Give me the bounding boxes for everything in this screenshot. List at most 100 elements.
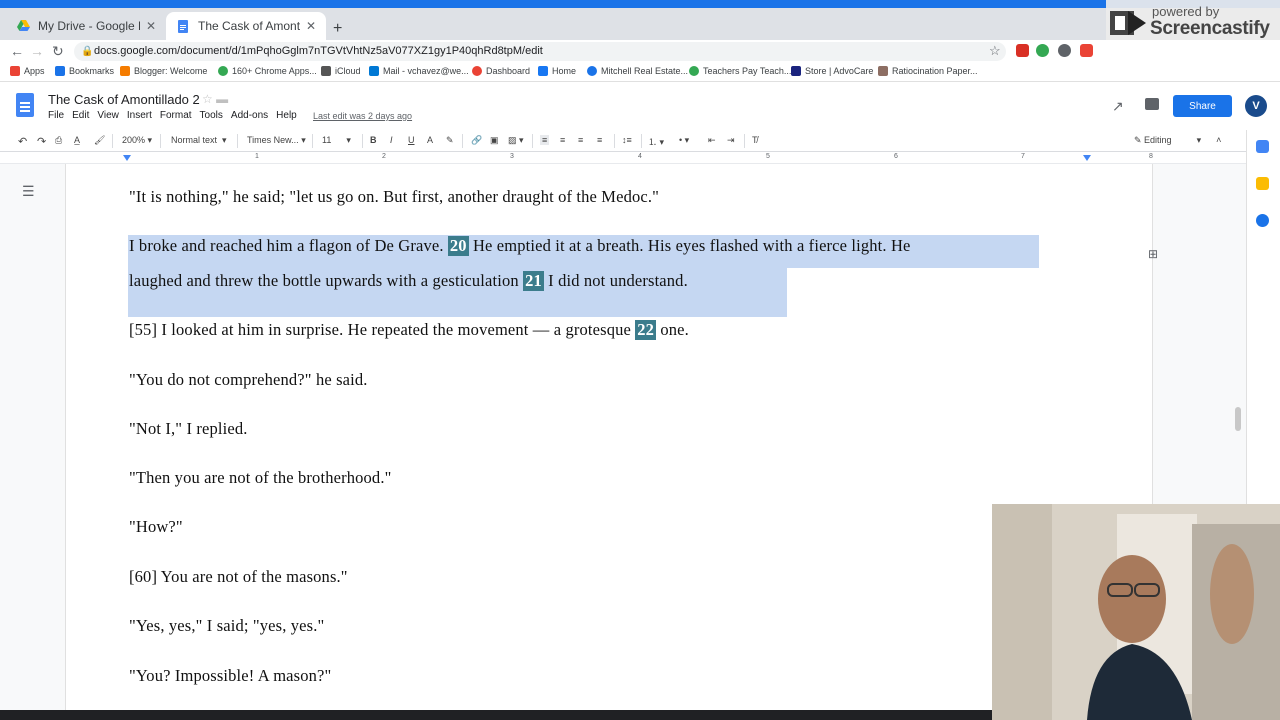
right-indent-marker[interactable]	[1083, 155, 1091, 161]
menu-format[interactable]: Format	[160, 110, 192, 121]
extension-icon[interactable]	[1016, 44, 1029, 57]
print-icon[interactable]: ⎙	[55, 135, 62, 146]
bookmark-label: Dashboard	[486, 66, 531, 76]
text-color-button[interactable]: A	[427, 135, 433, 145]
menu-view[interactable]: View	[97, 110, 119, 121]
divider	[744, 134, 745, 148]
google-docs-icon[interactable]	[16, 93, 34, 117]
style-select[interactable]: Normal text ▾	[171, 135, 227, 146]
left-indent-marker[interactable]	[123, 155, 131, 161]
bookmark-label: Blogger: Welcome	[134, 66, 208, 76]
insert-image-icon[interactable]: ▨ ▾	[508, 135, 524, 146]
font-size-select[interactable]: 11 ▾	[322, 135, 351, 146]
bookmark-blogger[interactable]: Blogger: Welcome	[120, 66, 207, 76]
bookmark-ratiocination[interactable]: Ratiocination Paper...	[878, 66, 978, 76]
bookmark-advocare[interactable]: Store | AdvoCare	[791, 66, 873, 76]
activity-trend-icon[interactable]: ↗	[1112, 98, 1124, 115]
forward-icon[interactable]: →	[30, 43, 44, 59]
add-comment-icon[interactable]: ▣	[490, 135, 499, 146]
menu-tools[interactable]: Tools	[200, 110, 223, 121]
italic-button[interactable]: I	[390, 135, 393, 145]
decrease-indent-icon[interactable]: ⇤	[708, 135, 716, 146]
bold-button[interactable]: B	[370, 135, 377, 145]
menu-bar: File Edit View Insert Format Tools Add-o…	[48, 110, 305, 121]
menu-file[interactable]: File	[48, 110, 64, 121]
document-outline-icon[interactable]: ☰	[22, 183, 35, 200]
close-icon[interactable]: ✕	[146, 19, 156, 33]
divider	[362, 134, 363, 148]
editing-mode-select[interactable]: ✎ Editing ▾ ˄	[1134, 135, 1221, 146]
align-center-icon[interactable]: ≡	[560, 135, 565, 145]
close-icon[interactable]: ✕	[306, 19, 316, 33]
scrollbar-thumb[interactable]	[1235, 407, 1241, 431]
menu-insert[interactable]: Insert	[127, 110, 152, 121]
increase-indent-icon[interactable]: ⇥	[727, 135, 735, 146]
tab-cask-of-amontillado[interactable]: The Cask of Amontillado 2 - Goo ✕	[166, 12, 326, 40]
underline-button[interactable]: U	[408, 135, 415, 145]
paragraph[interactable]: "It is nothing," he said; "let us go on.…	[129, 187, 659, 207]
bookmark-bookmarks[interactable]: Bookmarks	[55, 66, 114, 76]
clear-formatting-icon[interactable]: T̸	[752, 135, 758, 145]
new-tab-icon[interactable]: +	[333, 20, 342, 38]
bookmark-star-icon[interactable]: ☆	[989, 43, 1001, 59]
spellcheck-icon[interactable]: A̲	[74, 135, 80, 145]
menu-addons[interactable]: Add-ons	[231, 110, 268, 121]
tab-my-drive[interactable]: My Drive - Google Drive ✕	[6, 12, 166, 40]
avatar[interactable]: V	[1245, 95, 1267, 117]
highlight-icon[interactable]: ✎	[446, 135, 454, 146]
paragraph[interactable]: "Not I," I replied.	[129, 419, 248, 439]
paragraph[interactable]: [60] You are not of the masons."	[129, 567, 348, 587]
url-field[interactable]: 🔒 docs.google.com/document/d/1mPqhoGglm7…	[74, 42, 1006, 61]
paragraph-selected[interactable]: laughed and threw the bottle upwards wit…	[129, 271, 688, 291]
bookmark-mitchell[interactable]: Mitchell Real Estate...	[587, 66, 688, 76]
bookmark-home[interactable]: Home	[538, 66, 576, 76]
reload-icon[interactable]: ↻	[52, 43, 64, 60]
ruler-number: 3	[510, 153, 514, 160]
bookmark-chrome-apps[interactable]: 160+ Chrome Apps...	[218, 66, 317, 76]
ruler[interactable]: 1 2 3 4 5 6 7 8	[0, 152, 1280, 164]
menu-edit[interactable]: Edit	[72, 110, 89, 121]
share-button[interactable]: Share	[1173, 95, 1232, 117]
zoom-select[interactable]: 200% ▾	[122, 135, 152, 146]
numbered-list-icon[interactable]: ⒈ ▾	[648, 135, 664, 148]
bookmark-tpt[interactable]: Teachers Pay Teach...	[689, 66, 791, 76]
undo-icon[interactable]: ↶	[18, 135, 27, 148]
paragraph[interactable]: "You? Impossible! A mason?"	[129, 666, 331, 686]
calendar-icon[interactable]	[1256, 140, 1269, 153]
paragraph[interactable]: "How?"	[129, 517, 183, 537]
bookmark-dashboard[interactable]: Dashboard	[472, 66, 530, 76]
align-left-icon[interactable]: ≡	[540, 135, 550, 145]
keep-icon[interactable]	[1256, 177, 1269, 190]
extension-icon[interactable]	[1058, 44, 1071, 57]
paragraph[interactable]: [55] I looked at him in surprise. He rep…	[129, 320, 689, 340]
bulleted-list-icon[interactable]: • ▾	[679, 135, 689, 146]
paragraph[interactable]: "Yes, yes," I said; "yes, yes."	[129, 616, 324, 636]
menu-help[interactable]: Help	[276, 110, 297, 121]
align-right-icon[interactable]: ≡	[578, 135, 583, 145]
line-spacing-icon[interactable]: ↕≡	[622, 135, 632, 145]
paragraph[interactable]: "Then you are not of the brotherhood."	[129, 468, 391, 488]
webcam-overlay	[992, 504, 1280, 720]
bookmark-apps[interactable]: Apps	[10, 66, 45, 76]
link-icon[interactable]: 🔗	[471, 135, 482, 146]
browser-top-strip	[0, 0, 1280, 8]
paragraph-selected[interactable]: I broke and reached him a flagon of De G…	[129, 236, 911, 256]
paint-format-icon[interactable]: 🖌	[94, 135, 105, 146]
add-comment-icon[interactable]: ⊞	[1148, 247, 1158, 261]
bookmark-mail[interactable]: Mail - vchavez@we...	[369, 66, 469, 76]
justify-icon[interactable]: ≡	[597, 135, 602, 145]
back-icon[interactable]: ←	[10, 43, 24, 59]
extension-icon[interactable]	[1080, 44, 1093, 57]
bookmark-icloud[interactable]: iCloud	[321, 66, 361, 76]
extension-icon[interactable]	[1036, 44, 1049, 57]
editing-mode-label: Editing	[1144, 135, 1172, 145]
document-title[interactable]: The Cask of Amontillado 2	[48, 92, 200, 107]
paragraph[interactable]: "You do not comprehend?" he said.	[129, 370, 368, 390]
tasks-icon[interactable]	[1256, 214, 1269, 227]
screencastify-logo-icon	[1110, 11, 1146, 35]
star-folder-icons[interactable]: ☆ ▬	[202, 92, 228, 106]
last-edit-link[interactable]: Last edit was 2 days ago	[313, 111, 412, 121]
font-select[interactable]: Times New... ▾	[247, 135, 306, 146]
redo-icon[interactable]: ↷	[37, 135, 46, 148]
comment-history-icon[interactable]	[1145, 98, 1159, 110]
